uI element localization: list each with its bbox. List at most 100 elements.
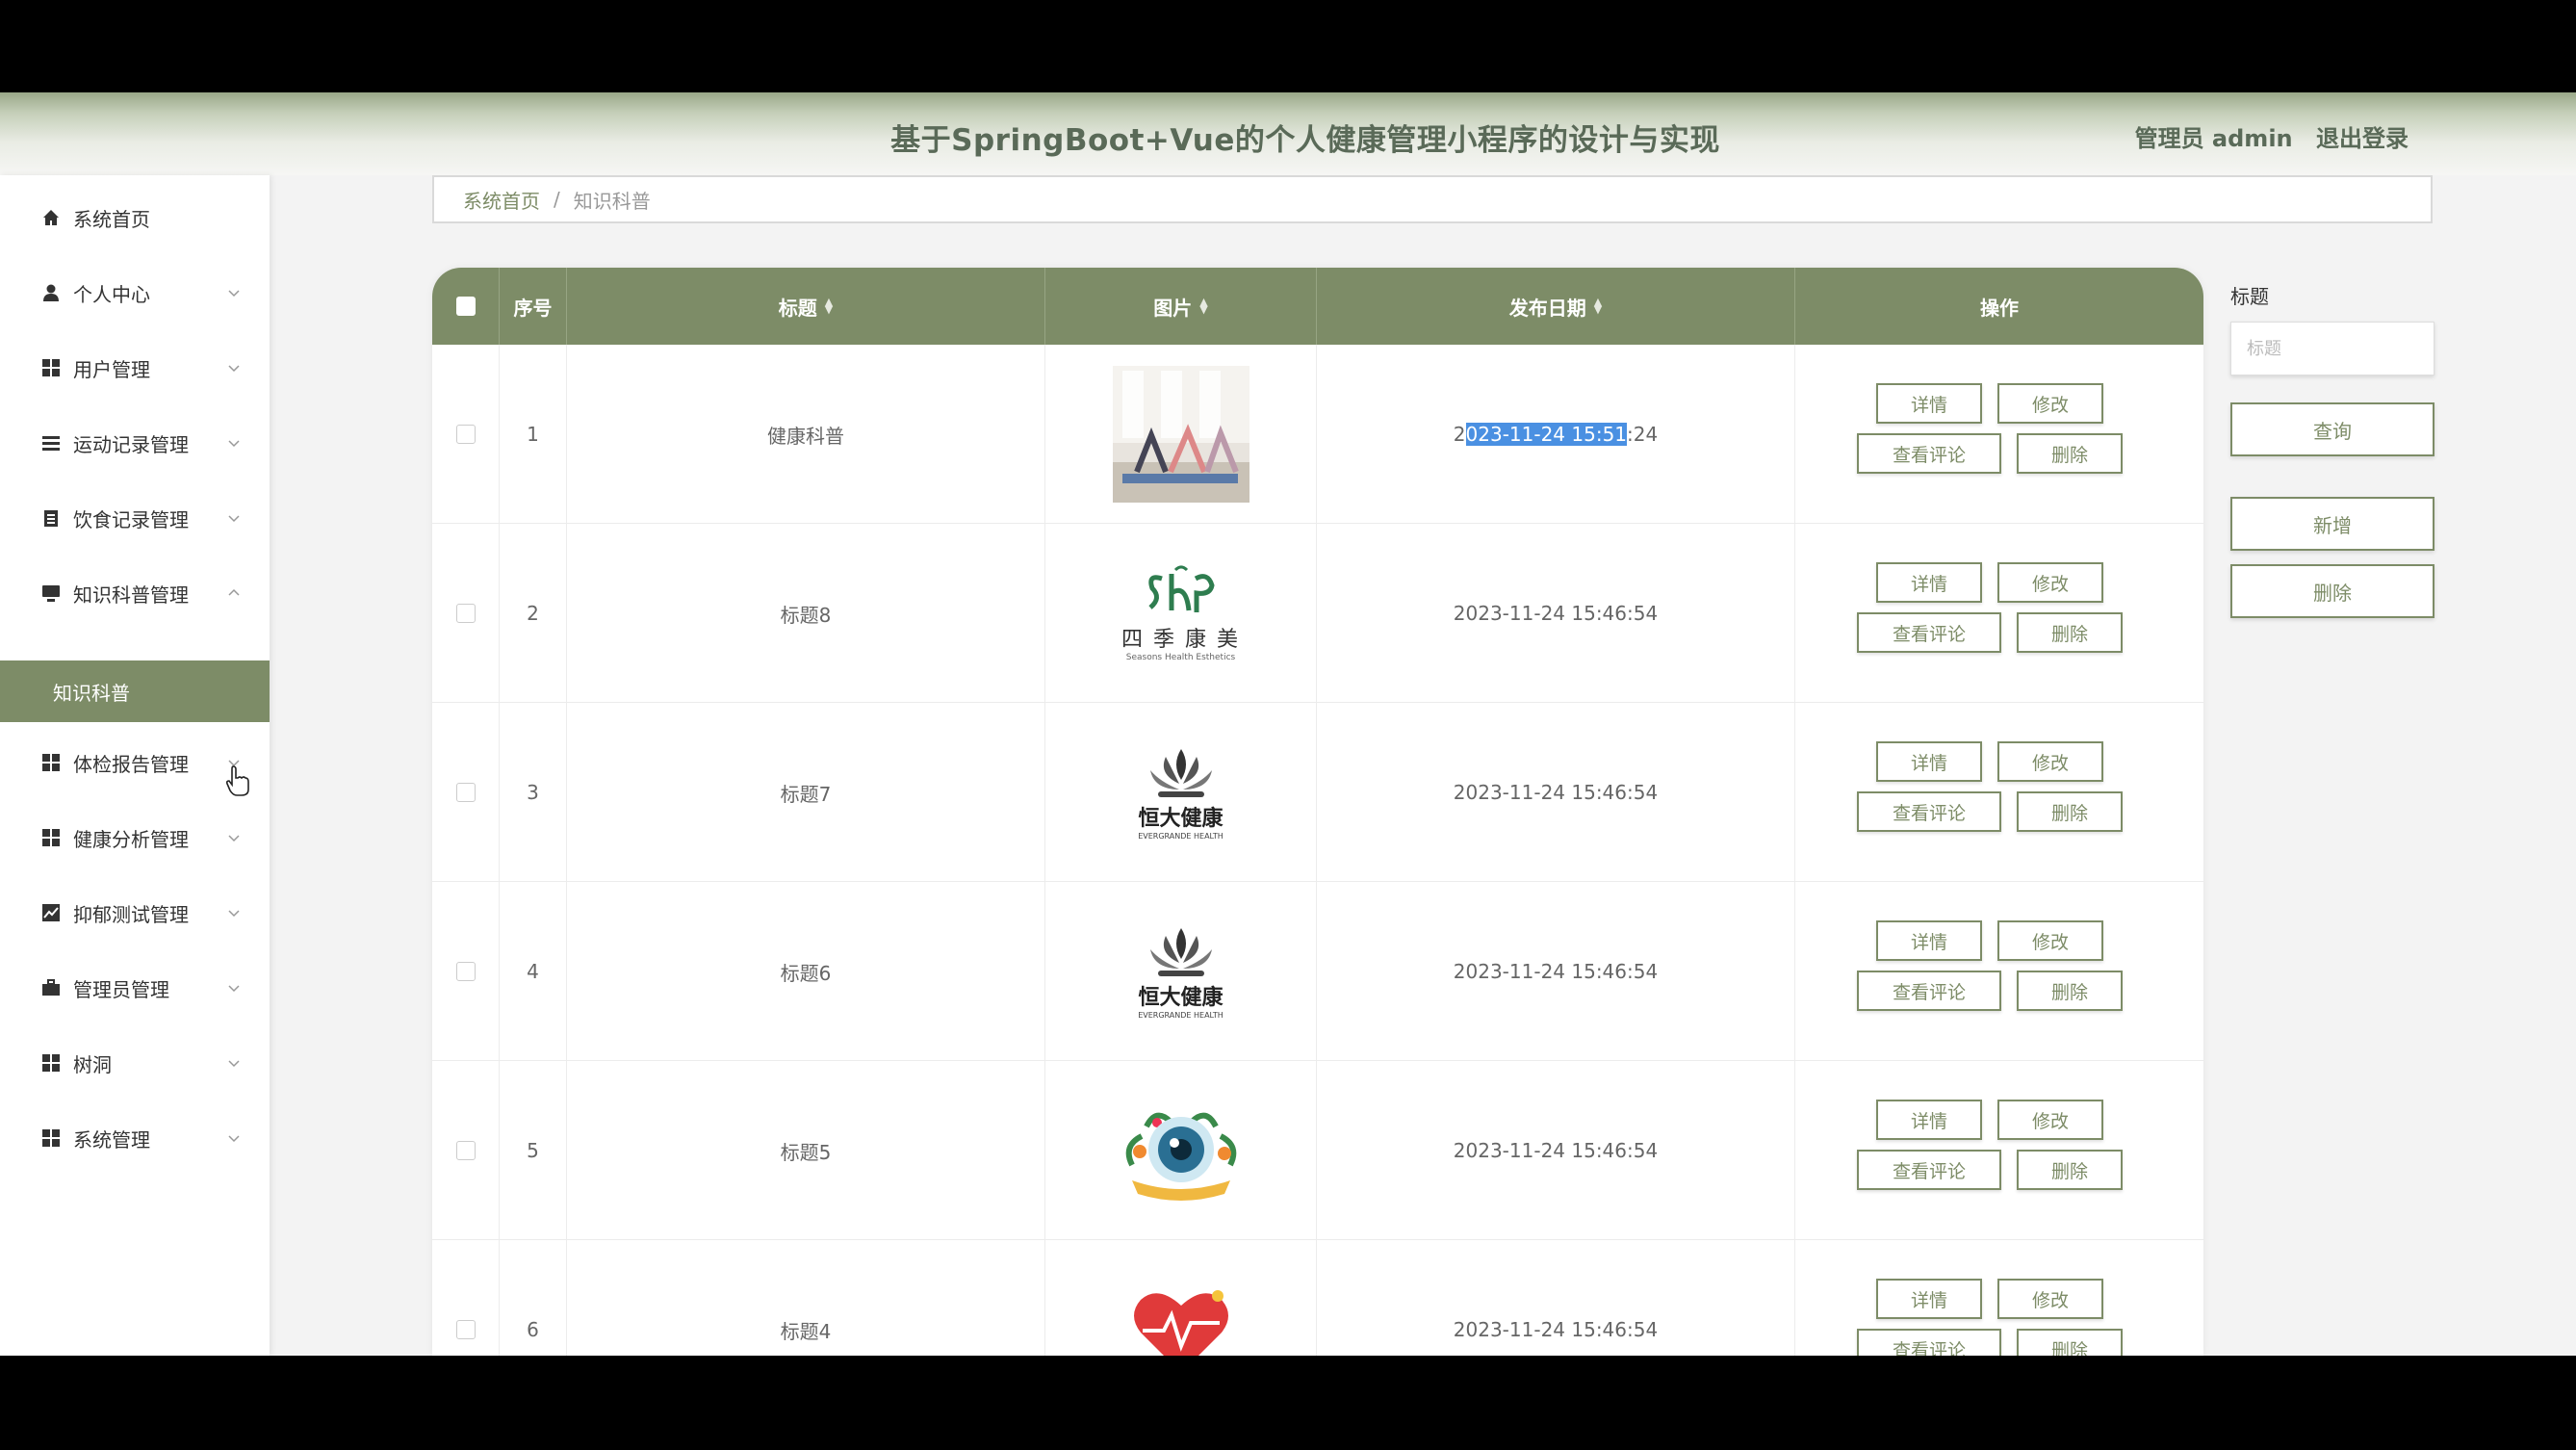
row-date: 2023-11-24 15:46:54 — [1317, 882, 1795, 1061]
header-title[interactable]: 标题 ▲ ▼ — [567, 268, 1045, 345]
breadcrumb-home[interactable]: 系统首页 — [463, 186, 540, 214]
detail-button[interactable]: 详情 — [1876, 383, 1982, 424]
row-image-cell: 恒大健康 EVERGRANDE HEALTH — [1045, 882, 1317, 1061]
view-comments-button[interactable]: 查看评论 — [1857, 971, 2001, 1011]
row-title: 标题5 — [567, 1061, 1045, 1240]
search-title-input[interactable] — [2230, 322, 2434, 375]
sidebar-item-label: 系统首页 — [73, 207, 150, 231]
edit-button[interactable]: 修改 — [1997, 1100, 2103, 1140]
chevron-up-icon — [227, 582, 241, 605]
sidebar-item-diet[interactable]: 饮食记录管理 — [0, 480, 270, 556]
sort-icon[interactable]: ▲ ▼ — [1199, 297, 1207, 315]
edit-button[interactable]: 修改 — [1997, 741, 2103, 782]
view-comments-button[interactable]: 查看评论 — [1857, 1329, 2001, 1356]
evergrande-logo-image[interactable]: 恒大健康 EVERGRANDE HEALTH — [1113, 903, 1249, 1040]
delete-button[interactable]: 删除 — [2017, 971, 2123, 1011]
seasons-logo-image[interactable]: 四 季 康 美 Seasons Health Esthetics — [1113, 545, 1249, 682]
edit-button[interactable]: 修改 — [1997, 562, 2103, 603]
row-checkbox[interactable] — [455, 1141, 476, 1160]
edit-button[interactable]: 修改 — [1997, 383, 2103, 424]
sidebar-item-admins[interactable]: 管理员管理 — [0, 950, 270, 1025]
detail-button[interactable]: 详情 — [1876, 741, 1982, 782]
row-index: 6 — [500, 1240, 567, 1356]
row-date: 2023-11-24 15:46:54 — [1317, 524, 1795, 703]
row-checkbox[interactable] — [455, 1320, 476, 1339]
sidebar-item-knowledge[interactable]: 知识科普管理 — [0, 556, 270, 631]
sidebar-item-label: 树洞 — [73, 1052, 112, 1076]
row-checkbox[interactable] — [455, 604, 476, 623]
edit-button[interactable]: 修改 — [1997, 920, 2103, 961]
row-checkbox[interactable] — [455, 962, 476, 981]
row-checkbox[interactable] — [455, 783, 476, 802]
header-date[interactable]: 发布日期 ▲ ▼ — [1317, 268, 1795, 345]
row-select-cell — [432, 1240, 500, 1356]
sidebar-subitem-knowledge-active[interactable]: 知识科普 — [0, 660, 270, 722]
header-image[interactable]: 图片 ▲ ▼ — [1045, 268, 1317, 345]
evergrande-logo-text: 恒大健康 — [1138, 985, 1224, 1010]
briefcase-icon — [40, 977, 62, 998]
breadcrumb-current: 知识科普 — [573, 189, 651, 213]
sort-icon[interactable]: ▲ ▼ — [825, 297, 833, 315]
sidebar-item-personal[interactable]: 个人中心 — [0, 255, 270, 330]
user-role-label: 管理员 admin — [2134, 125, 2293, 152]
delete-button[interactable]: 删除 — [2017, 1150, 2123, 1190]
select-all-checkbox[interactable] — [455, 297, 476, 316]
table-header: 序号 标题 ▲ ▼ 图片 ▲ ▼ 发布日期 ▲ ▼ 操作 — [432, 268, 2203, 345]
detail-button[interactable]: 详情 — [1876, 1279, 1982, 1319]
view-comments-button[interactable]: 查看评论 — [1857, 433, 2001, 474]
batch-delete-button[interactable]: 删除 — [2230, 564, 2434, 618]
chevron-down-icon — [227, 281, 241, 304]
chevron-down-icon — [227, 1126, 241, 1150]
sidebar-item-system[interactable]: 系统管理 — [0, 1100, 270, 1176]
row-title: 标题7 — [567, 703, 1045, 882]
detail-button[interactable]: 详情 — [1876, 920, 1982, 961]
header-index: 序号 — [500, 268, 567, 345]
chevron-down-icon — [227, 431, 241, 454]
row-actions: 详情 修改 查看评论 删除 — [1795, 703, 2203, 882]
date-text-part: 2 — [1453, 423, 1466, 446]
edit-button[interactable]: 修改 — [1997, 1279, 2103, 1319]
delete-button[interactable]: 删除 — [2017, 612, 2123, 653]
query-button[interactable]: 查询 — [2230, 402, 2434, 456]
header-select-all[interactable] — [432, 268, 500, 345]
detail-button[interactable]: 详情 — [1876, 1100, 1982, 1140]
view-comments-button[interactable]: 查看评论 — [1857, 1150, 2001, 1190]
chevron-down-icon — [227, 901, 241, 924]
table-row: 3 标题7 恒大健康 EVERGRANDE HEALTH 2023-11-24 … — [432, 703, 2203, 882]
chevron-down-icon — [227, 1051, 241, 1075]
breadcrumb-separator: / — [554, 188, 560, 211]
delete-button[interactable]: 删除 — [2017, 433, 2123, 474]
logout-link[interactable]: 退出登录 — [2316, 125, 2409, 152]
grid-icon — [40, 357, 62, 378]
delete-button[interactable]: 删除 — [2017, 1329, 2123, 1356]
row-select-cell — [432, 703, 500, 882]
view-comments-button[interactable]: 查看评论 — [1857, 612, 2001, 653]
header-date-label: 发布日期 — [1508, 296, 1586, 320]
yoga-photo-image[interactable] — [1112, 366, 1249, 503]
sidebar-item-users[interactable]: 用户管理 — [0, 330, 270, 405]
sidebar-item-label: 系统管理 — [73, 1127, 150, 1152]
eye-logo-image[interactable] — [1113, 1082, 1249, 1219]
row-checkbox[interactable] — [455, 425, 476, 444]
evergrande-logo-text: 恒大健康 — [1138, 806, 1224, 831]
grid-icon — [40, 1127, 62, 1149]
row-image-cell — [1045, 1240, 1317, 1356]
chevron-down-icon — [227, 976, 241, 999]
heart-logo-image[interactable] — [1113, 1261, 1249, 1356]
table-row: 2 标题8 四 季 康 美 Seasons Health Esthetics 2… — [432, 524, 2203, 703]
sidebar-item-exercise[interactable]: 运动记录管理 — [0, 405, 270, 480]
detail-button[interactable]: 详情 — [1876, 562, 1982, 603]
view-comments-button[interactable]: 查看评论 — [1857, 791, 2001, 832]
sort-icon[interactable]: ▲ ▼ — [1594, 297, 1602, 315]
sidebar-item-depression-test[interactable]: 抑郁测试管理 — [0, 875, 270, 950]
row-title: 健康科普 — [567, 345, 1045, 524]
sidebar-item-home[interactable]: 系统首页 — [0, 180, 270, 255]
sidebar-item-label: 抑郁测试管理 — [73, 902, 189, 926]
sidebar-item-analysis[interactable]: 健康分析管理 — [0, 800, 270, 875]
table-row: 4 标题6 恒大健康 EVERGRANDE HEALTH 2023-11-24 … — [432, 882, 2203, 1061]
row-image-cell — [1045, 1061, 1317, 1240]
add-button[interactable]: 新增 — [2230, 497, 2434, 551]
sidebar-item-tree-hole[interactable]: 树洞 — [0, 1025, 270, 1100]
delete-button[interactable]: 删除 — [2017, 791, 2123, 832]
evergrande-logo-image[interactable]: 恒大健康 EVERGRANDE HEALTH — [1113, 724, 1249, 861]
